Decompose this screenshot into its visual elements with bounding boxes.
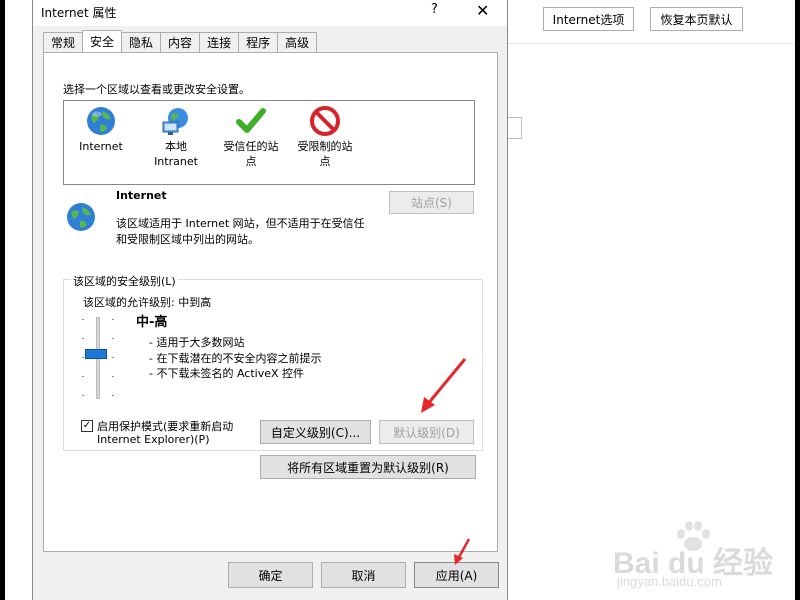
zone-restricted-label: 受限制的站 点: [297, 140, 353, 168]
tab-content[interactable]: 内容: [160, 32, 201, 52]
left-frame: [0, 0, 5, 600]
allowed-level-label: 该区域的允许级别: 中到高: [83, 296, 212, 309]
sites-button[interactable]: 站点(S): [389, 191, 474, 214]
zone-restricted-sites[interactable]: 受限制的站 点: [290, 105, 360, 169]
tab-privacy[interactable]: 隐私: [121, 32, 162, 52]
right-frame: [795, 0, 800, 600]
level-bullet-2: - 在下载潜在的不安全内容之前提示: [149, 352, 322, 365]
selected-zone-name: Internet: [116, 189, 167, 202]
tab-connections[interactable]: 连接: [199, 32, 240, 52]
default-level-button[interactable]: 默认级别(D): [379, 420, 474, 444]
internet-properties-dialog: Internet 属性 ? ✕ 常规 安全 隐私 内容 连接 程序 高级 选择一…: [32, 0, 508, 600]
zone-trusted-sites[interactable]: 受信任的站 点: [216, 105, 286, 169]
zone-description-line2: 和受限制区域中列出的网站。: [116, 233, 259, 246]
zone-internet[interactable]: Internet: [66, 105, 136, 154]
protected-mode-label-line2: Internet Explorer)(P): [97, 433, 210, 446]
baidu-jingyan-watermark: Bai du 经验 jingyan.baidu.com: [613, 520, 793, 595]
globe-icon: [87, 107, 115, 135]
level-bullet-3: - 不下载未签名的 ActiveX 控件: [149, 367, 305, 380]
title-bar: Internet 属性 ? ✕: [33, 0, 507, 26]
security-level-group-label: 该区域的安全级别(L): [71, 273, 178, 289]
close-button[interactable]: ✕: [476, 1, 489, 20]
protected-mode-checkbox[interactable]: ✓: [81, 420, 93, 432]
check-icon: [236, 108, 266, 133]
selected-zone-globe-icon: [67, 203, 95, 231]
security-level-name: 中-高: [136, 315, 168, 330]
protected-mode-label-line1: 启用保护模式(要求重新启动: [97, 420, 234, 433]
ok-button[interactable]: 确定: [228, 562, 313, 588]
security-tab-panel: 选择一个区域以查看或更改安全设置。 Internet 本地 Intranet 受…: [43, 52, 498, 552]
tab-security[interactable]: 安全: [82, 30, 123, 52]
restricted-icon: [310, 106, 340, 136]
intranet-icon: [162, 108, 188, 135]
tab-general[interactable]: 常规: [43, 32, 84, 52]
slider-thumb[interactable]: [85, 349, 107, 360]
page-divider: [505, 43, 795, 44]
zone-internet-label: Internet: [79, 140, 123, 153]
level-bullet-1: - 适用于大多数网站: [149, 336, 245, 349]
internet-options-button[interactable]: Internet选项: [543, 7, 634, 31]
apply-button[interactable]: 应用(A): [414, 562, 499, 588]
tab-programs[interactable]: 程序: [238, 32, 279, 52]
tab-advanced[interactable]: 高级: [277, 32, 318, 52]
tab-bar: 常规 安全 隐私 内容 连接 程序 高级: [43, 30, 318, 53]
zone-description-line1: 该区域适用于 Internet 网站，但不适用于在受信任: [116, 217, 365, 230]
cancel-button[interactable]: 取消: [321, 562, 406, 588]
custom-level-button[interactable]: 自定义级别(C)...: [260, 420, 371, 444]
zone-prompt: 选择一个区域以查看或更改安全设置。: [63, 83, 250, 96]
zone-trusted-label: 受信任的站 点: [223, 140, 279, 168]
zone-intranet-label: 本地 Intranet: [154, 140, 198, 168]
zone-list: Internet 本地 Intranet 受信任的站 点 受限制的站 点: [63, 100, 475, 185]
security-level-slider[interactable]: [79, 311, 117, 403]
dialog-title: Internet 属性: [41, 6, 117, 20]
restore-default-button[interactable]: 恢复本页默认: [650, 7, 743, 31]
reset-all-zones-button[interactable]: 将所有区域重置为默认级别(R): [260, 455, 476, 479]
zone-local-intranet[interactable]: 本地 Intranet: [141, 105, 211, 169]
help-button[interactable]: ?: [431, 2, 438, 17]
dialog-footer: 确定 取消 应用(A): [33, 553, 507, 600]
watermark-url: jingyan.baidu.com: [617, 574, 722, 589]
